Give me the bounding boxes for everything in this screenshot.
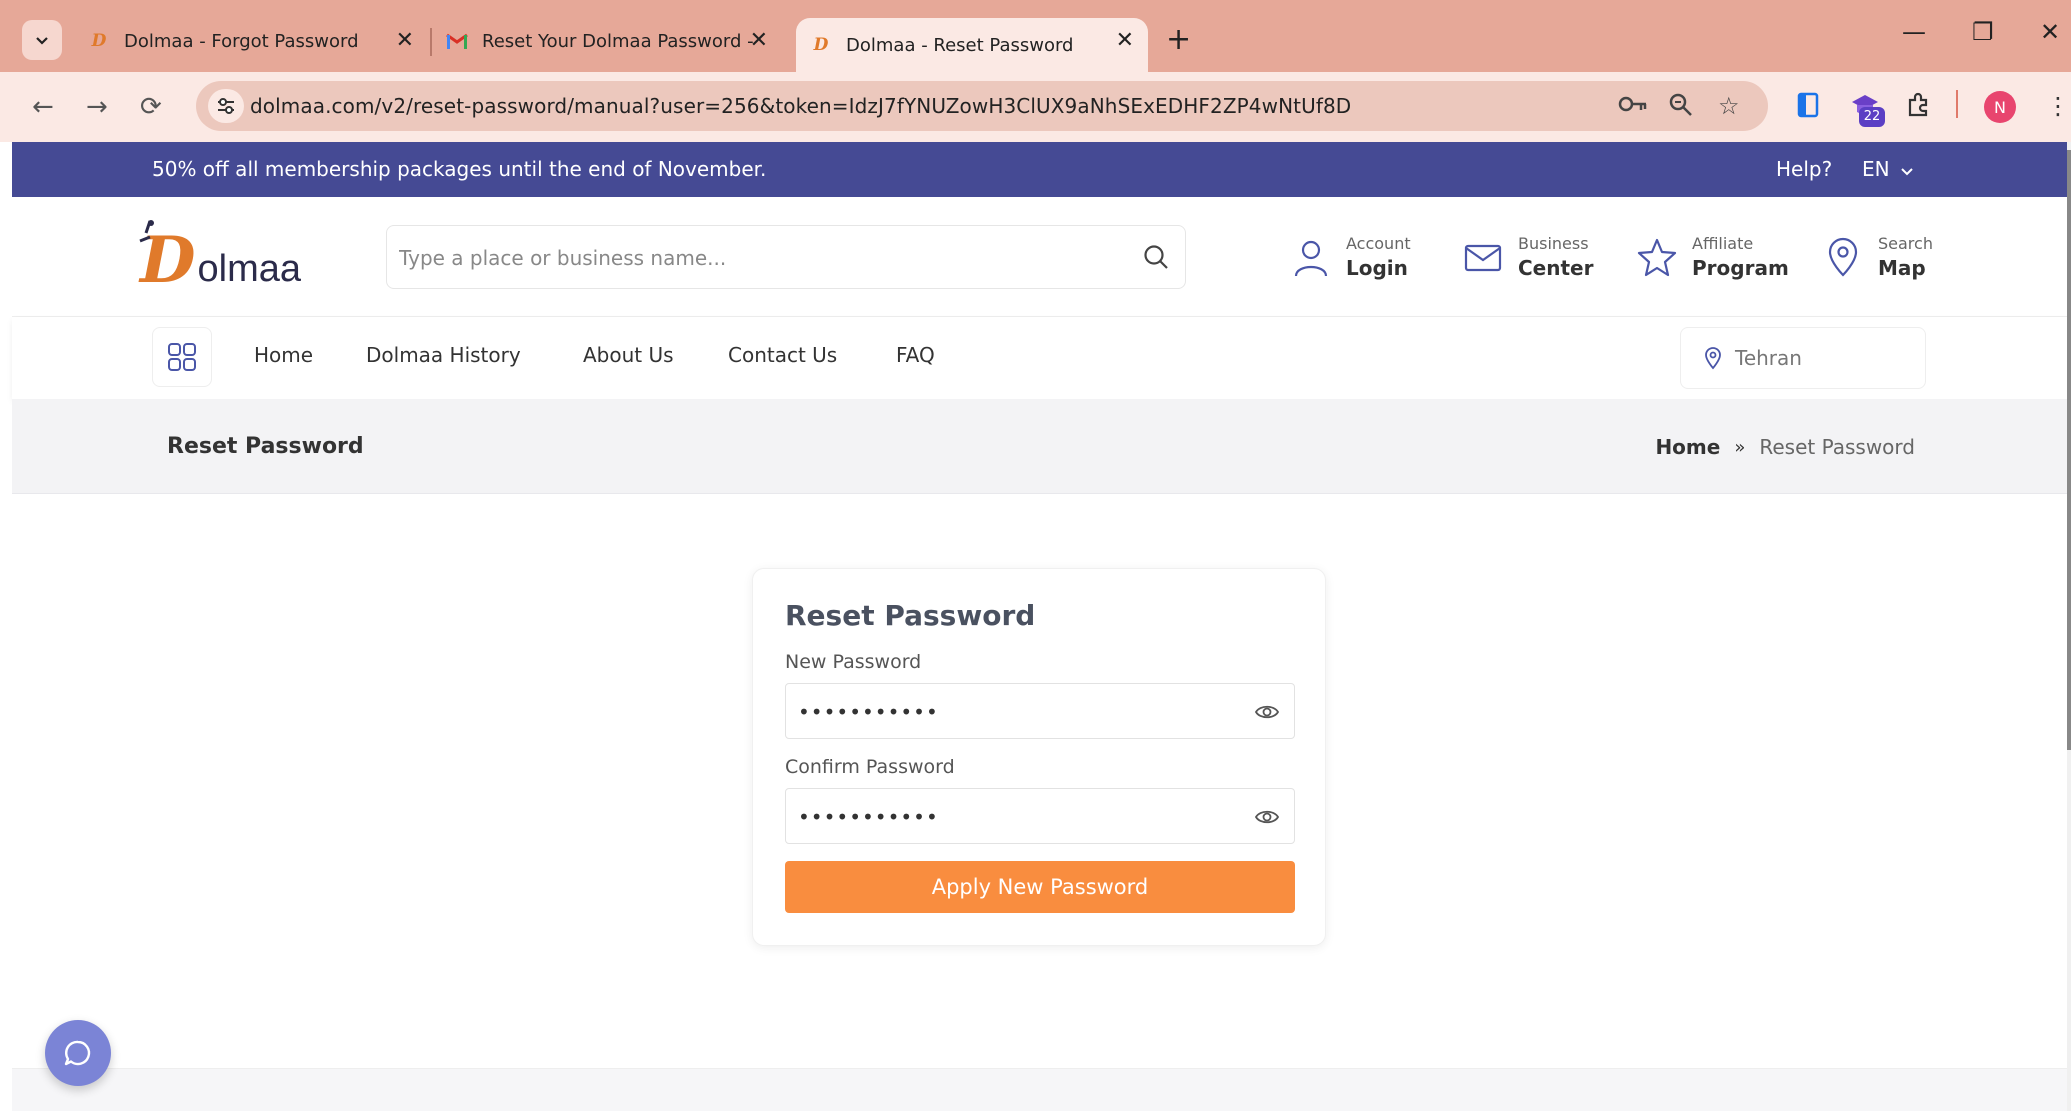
tab-title: Dolmaa - Forgot Password [124, 30, 359, 52]
gmail-favicon-icon [446, 30, 468, 52]
page-scrollbar-thumb[interactable] [2067, 150, 2071, 750]
toolbar-separator [1956, 90, 1958, 118]
affiliate-label: Affiliate [1692, 234, 1754, 253]
logo-mark-icon [139, 220, 154, 243]
promo-banner: 50% off all membership packages until th… [12, 142, 2067, 197]
confirm-password-label: Confirm Password [785, 756, 955, 778]
key-icon[interactable] [1618, 92, 1648, 122]
search-icon[interactable] [1141, 242, 1171, 272]
nav-dolmaa-history[interactable]: Dolmaa History [366, 343, 521, 367]
map-label: Map [1878, 256, 1926, 280]
confirm-password-field [785, 788, 1295, 844]
breadcrumb-current: Reset Password [1759, 435, 1915, 459]
close-icon[interactable]: ✕ [750, 28, 768, 53]
eye-icon[interactable] [1254, 700, 1280, 724]
back-arrow-icon[interactable]: ← [32, 92, 54, 122]
minimize-icon[interactable]: — [1902, 18, 1926, 46]
main-nav: Home Dolmaa History About Us Contact Us … [12, 317, 2067, 399]
city-selector[interactable]: Tehran [1680, 327, 1926, 389]
nav-home[interactable]: Home [254, 343, 313, 367]
tab-title: Reset Your Dolmaa Password - [482, 30, 754, 52]
user-icon [1294, 240, 1328, 277]
profile-avatar[interactable]: N [1984, 91, 2016, 123]
business-label: Business [1518, 234, 1589, 253]
map-pin-icon [1828, 237, 1858, 277]
reading-list-icon[interactable] [1796, 92, 1820, 124]
help-link[interactable]: Help? [1776, 157, 1832, 181]
url-text[interactable]: dolmaa.com/v2/reset-password/manual?user… [250, 94, 1351, 118]
logo-wordmark: olmaa [197, 248, 302, 290]
reload-icon[interactable]: ⟳ [140, 92, 162, 122]
nav-contact-us[interactable]: Contact Us [728, 343, 837, 367]
new-password-field [785, 683, 1295, 739]
tab-forgot-password[interactable]: D Dolmaa - Forgot Password ✕ [88, 18, 428, 64]
business-center-link[interactable]: Business Center [1462, 233, 1593, 281]
promo-message: 50% off all membership packages until th… [152, 157, 767, 181]
tab-reset-password[interactable]: D Dolmaa - Reset Password ✕ [796, 18, 1148, 72]
site-settings-icon[interactable] [208, 89, 244, 123]
city-label: Tehran [1735, 346, 1802, 370]
location-pin-icon [1705, 347, 1721, 370]
program-label: Program [1692, 256, 1789, 280]
chat-bubble-icon [64, 1040, 91, 1066]
categories-button[interactable] [152, 327, 212, 387]
affiliate-program-link[interactable]: Affiliate Program [1636, 233, 1789, 281]
nav-faq[interactable]: FAQ [896, 343, 935, 367]
tab-list-button[interactable] [22, 20, 62, 60]
double-chevron-right-icon: » [1734, 436, 1746, 458]
search-map-link[interactable]: Search Map [1822, 233, 1933, 281]
mail-icon [1464, 244, 1502, 272]
bookmark-star-icon[interactable]: ☆ [1718, 92, 1740, 120]
omnibox[interactable]: dolmaa.com/v2/reset-password/manual?user… [196, 81, 1768, 131]
site-header: D olmaa Account Login Business Center Af… [12, 197, 2067, 317]
center-label: Center [1518, 256, 1594, 280]
new-tab-button[interactable]: + [1166, 22, 1191, 57]
search-box [386, 225, 1186, 289]
chevron-down-icon [36, 37, 48, 45]
language-label: EN [1862, 157, 1890, 181]
extensions-puzzle-icon[interactable] [1906, 92, 1932, 124]
forward-arrow-icon[interactable]: → [86, 92, 108, 122]
account-login-link[interactable]: Account Login [1290, 233, 1411, 281]
dolmaa-logo[interactable]: D olmaa [139, 220, 302, 293]
new-password-label: New Password [785, 651, 922, 673]
restore-icon[interactable]: ❐ [1972, 18, 1994, 46]
breadcrumb-bar: Reset Password Home » Reset Password [12, 399, 2067, 494]
browser-tab-bar: D Dolmaa - Forgot Password ✕ Reset Your … [0, 0, 2071, 72]
tab-separator [430, 28, 432, 56]
new-password-input[interactable] [798, 694, 1238, 730]
extension-badge: 22 [1859, 107, 1885, 127]
form-title: Reset Password [785, 599, 1036, 632]
breadcrumb-home[interactable]: Home [1655, 435, 1720, 459]
apply-new-password-button[interactable]: Apply New Password [785, 861, 1295, 913]
zoom-icon[interactable] [1668, 92, 1694, 124]
page-title: Reset Password [167, 434, 364, 459]
address-bar-row: ← → ⟳ dolmaa.com/v2/reset-password/manua… [0, 72, 2071, 142]
nav-about-us[interactable]: About Us [583, 343, 674, 367]
chevron-down-icon [1901, 168, 1913, 176]
language-selector[interactable]: EN [1862, 157, 1914, 181]
more-menu-icon[interactable]: ⋮ [2046, 92, 2070, 120]
close-icon[interactable]: ✕ [396, 28, 414, 53]
login-label: Login [1346, 256, 1408, 280]
reset-password-card: Reset Password New Password Confirm Pass… [752, 568, 1326, 946]
search-input[interactable] [399, 238, 1119, 278]
search-label: Search [1878, 234, 1933, 253]
chat-button[interactable] [45, 1020, 111, 1086]
tab-title: Dolmaa - Reset Password [846, 34, 1074, 56]
dolmaa-favicon-icon: D [813, 35, 829, 55]
close-icon[interactable]: ✕ [1116, 28, 1134, 53]
star-icon [1637, 238, 1677, 277]
eye-icon[interactable] [1254, 805, 1280, 829]
confirm-password-input[interactable] [798, 799, 1238, 835]
window-close-icon[interactable]: ✕ [2040, 18, 2060, 46]
footer-strip [12, 1068, 2067, 1111]
account-label: Account [1346, 234, 1411, 253]
tab-gmail-reset[interactable]: Reset Your Dolmaa Password - ✕ [446, 18, 782, 64]
breadcrumb: Home » Reset Password [1655, 435, 1915, 459]
dolmaa-favicon-icon: D [91, 31, 107, 51]
grid-icon [168, 343, 196, 371]
